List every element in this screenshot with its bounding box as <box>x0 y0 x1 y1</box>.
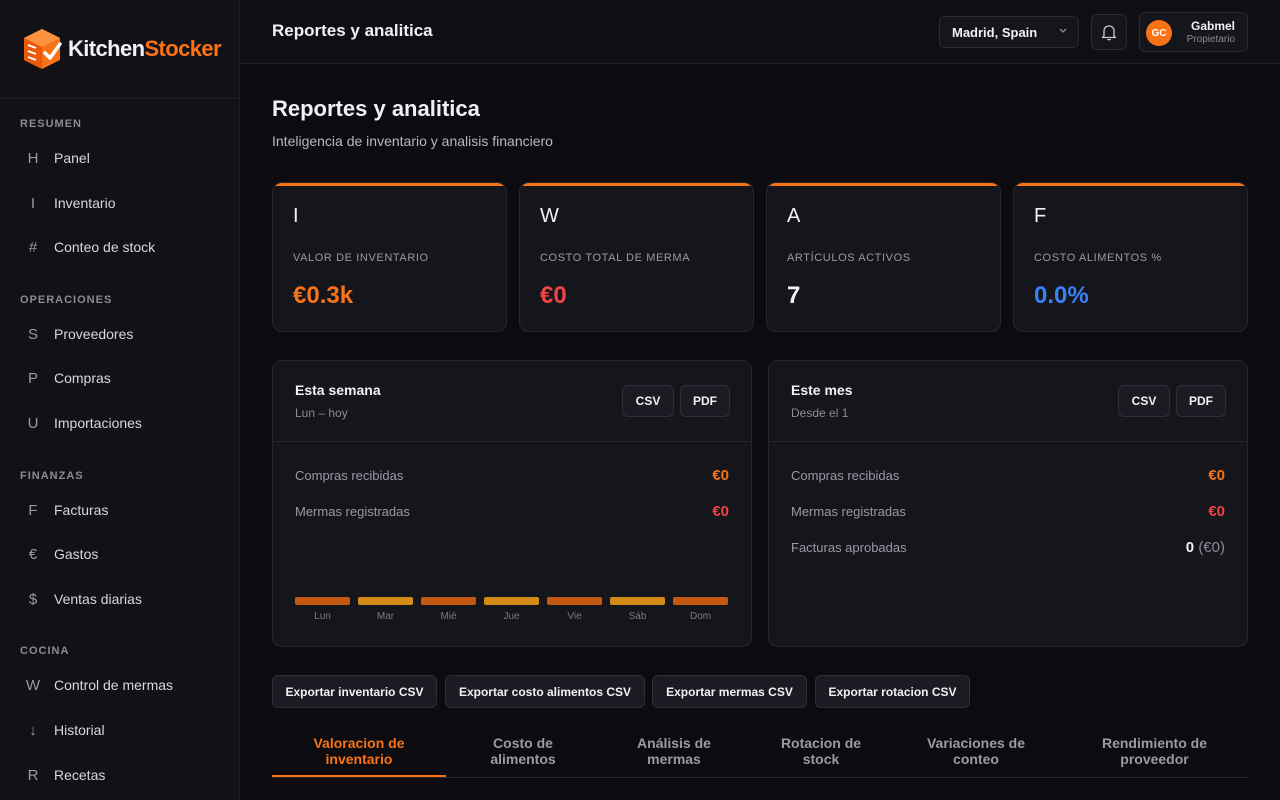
sidebar-item-proveedores[interactable]: S Proveedores <box>20 316 220 352</box>
week-csv-button[interactable]: CSV <box>622 385 674 417</box>
suppliers-icon: S <box>27 325 38 343</box>
upload-icon: U <box>27 414 39 432</box>
sidebar-item-facturas[interactable]: F Facturas <box>20 492 220 528</box>
tab-valoracion-inventario[interactable]: Valoracion de inventario <box>272 735 446 767</box>
tab-rotacion-stock[interactable]: Rotacion de stock <box>746 735 896 767</box>
location-select[interactable]: Madrid, Spain <box>939 16 1079 48</box>
avatar: GC <box>1146 20 1172 46</box>
sidebar-item-inventario[interactable]: I Inventario <box>20 185 220 221</box>
week-pdf-button[interactable]: PDF <box>680 385 730 417</box>
kpi-value: €0.3k <box>293 282 354 309</box>
purchases-icon: P <box>27 369 38 387</box>
sidebar-item-conteo-stock[interactable]: # Conteo de stock <box>20 229 220 265</box>
invoice-icon: F <box>28 501 38 519</box>
month-csv-button[interactable]: CSV <box>1118 385 1170 417</box>
inventory-icon: I <box>30 194 36 212</box>
sidebar-item-importaciones[interactable]: U Importaciones <box>20 405 220 441</box>
brand[interactable]: KitchenStocker <box>0 0 239 99</box>
kpi-active-items: A ARTÍCULOS ACTIVOS 7 <box>766 182 1001 332</box>
kpi-value: €0 <box>540 282 567 309</box>
recipes-icon: R <box>27 766 39 784</box>
kpi-inventory-value: I VALOR DE INVENTARIO €0.3k <box>272 182 507 332</box>
bell-icon <box>1101 25 1117 41</box>
active-tab-indicator <box>272 775 446 777</box>
month-title: Este mes <box>791 382 853 398</box>
month-panel: Este mes Desde el 1 CSV PDF Compras reci… <box>768 360 1248 647</box>
inventory-icon: I <box>293 205 299 227</box>
tab-costo-alimentos[interactable]: Costo de alimentos <box>448 735 598 767</box>
user-name: Gabmel <box>1190 19 1235 33</box>
week-subtitle: Lun – hoy <box>295 406 348 420</box>
nav-section-finanzas: FINANZAS <box>20 470 84 482</box>
day-bar-lun <box>295 597 350 605</box>
tab-analisis-mermas[interactable]: Análisis de mermas <box>599 735 749 767</box>
kpi-food-cost: F COSTO ALIMENTOS % 0.0% <box>1013 182 1248 332</box>
waste-icon: W <box>540 205 559 227</box>
sidebar-item-gastos[interactable]: € Gastos <box>20 536 220 572</box>
panel-icon: H <box>27 149 39 167</box>
day-bar-sab <box>610 597 665 605</box>
hash-icon: # <box>28 238 38 256</box>
kpi-value: 7 <box>787 282 801 309</box>
report-tabs: Valoracion de inventario Costo de alimento… <box>272 725 1248 778</box>
notifications-button[interactable] <box>1091 14 1127 50</box>
export-inventory-csv-button[interactable]: Exportar inventario CSV <box>272 675 437 708</box>
sidebar-item-ventas-diarias[interactable]: $ Ventas diarias <box>20 581 220 617</box>
page-subtitle: Inteligencia de inventario y analisis fi… <box>272 133 553 149</box>
week-title: Esta semana <box>295 382 381 398</box>
nav-section-operaciones: OPERACIONES <box>20 294 113 306</box>
month-pdf-button[interactable]: PDF <box>1176 385 1226 417</box>
day-bar-mar <box>358 597 413 605</box>
kpi-value: 0.0% <box>1034 282 1089 309</box>
month-subtitle: Desde el 1 <box>791 406 849 420</box>
sidebar-item-compras[interactable]: P Compras <box>20 360 220 396</box>
day-bar-mie <box>421 597 476 605</box>
day-bar-jue <box>484 597 539 605</box>
export-food-cost-csv-button[interactable]: Exportar costo alimentos CSV <box>445 675 645 708</box>
sidebar-item-recetas[interactable]: R Recetas <box>20 757 220 793</box>
kitchenstocker-logo-icon <box>20 27 64 71</box>
tab-variaciones-conteo[interactable]: Variaciones de conteo <box>896 735 1056 767</box>
tab-rendimiento-proveedor[interactable]: Rendimiento de proveedor <box>1072 735 1237 767</box>
euro-icon: € <box>28 545 38 563</box>
export-rotation-csv-button[interactable]: Exportar rotacion CSV <box>815 675 970 708</box>
nav-section-resumen: RESUMEN <box>20 118 83 130</box>
week-panel: Esta semana Lun – hoy CSV PDF Compras re… <box>272 360 752 647</box>
topbar-title: Reportes y analitica <box>272 21 433 40</box>
food-cost-icon: F <box>1034 205 1047 227</box>
sidebar-item-historial[interactable]: ↓ Historial <box>20 712 220 748</box>
brand-name: KitchenStocker <box>68 36 222 61</box>
sidebar-item-panel[interactable]: H Panel <box>20 140 220 176</box>
page-title: Reportes y analitica <box>272 96 480 121</box>
user-role: Propietario <box>1186 34 1235 45</box>
export-waste-csv-button[interactable]: Exportar mermas CSV <box>652 675 807 708</box>
chevron-down-icon <box>1058 25 1068 38</box>
kpi-waste-cost: W COSTO TOTAL DE MERMA €0 <box>519 182 754 332</box>
nav-section-cocina: COCINA <box>20 645 70 657</box>
sidebar: KitchenStocker RESUMEN H Panel I Inventari… <box>0 0 240 800</box>
dollar-icon: $ <box>28 590 38 608</box>
user-menu[interactable]: GC Gabmel Propietario <box>1139 12 1248 52</box>
arrow-down-icon: ↓ <box>29 721 37 739</box>
topbar: Reportes y analitica Madrid, Spain GC Ga… <box>240 0 1280 64</box>
waste-icon: W <box>25 676 41 694</box>
approved-invoices-value: 0 (€0) <box>1185 539 1225 556</box>
day-bar-vie <box>547 597 602 605</box>
items-icon: A <box>787 205 801 227</box>
sidebar-item-control-mermas[interactable]: W Control de mermas <box>20 667 220 703</box>
day-bar-dom <box>673 597 728 605</box>
